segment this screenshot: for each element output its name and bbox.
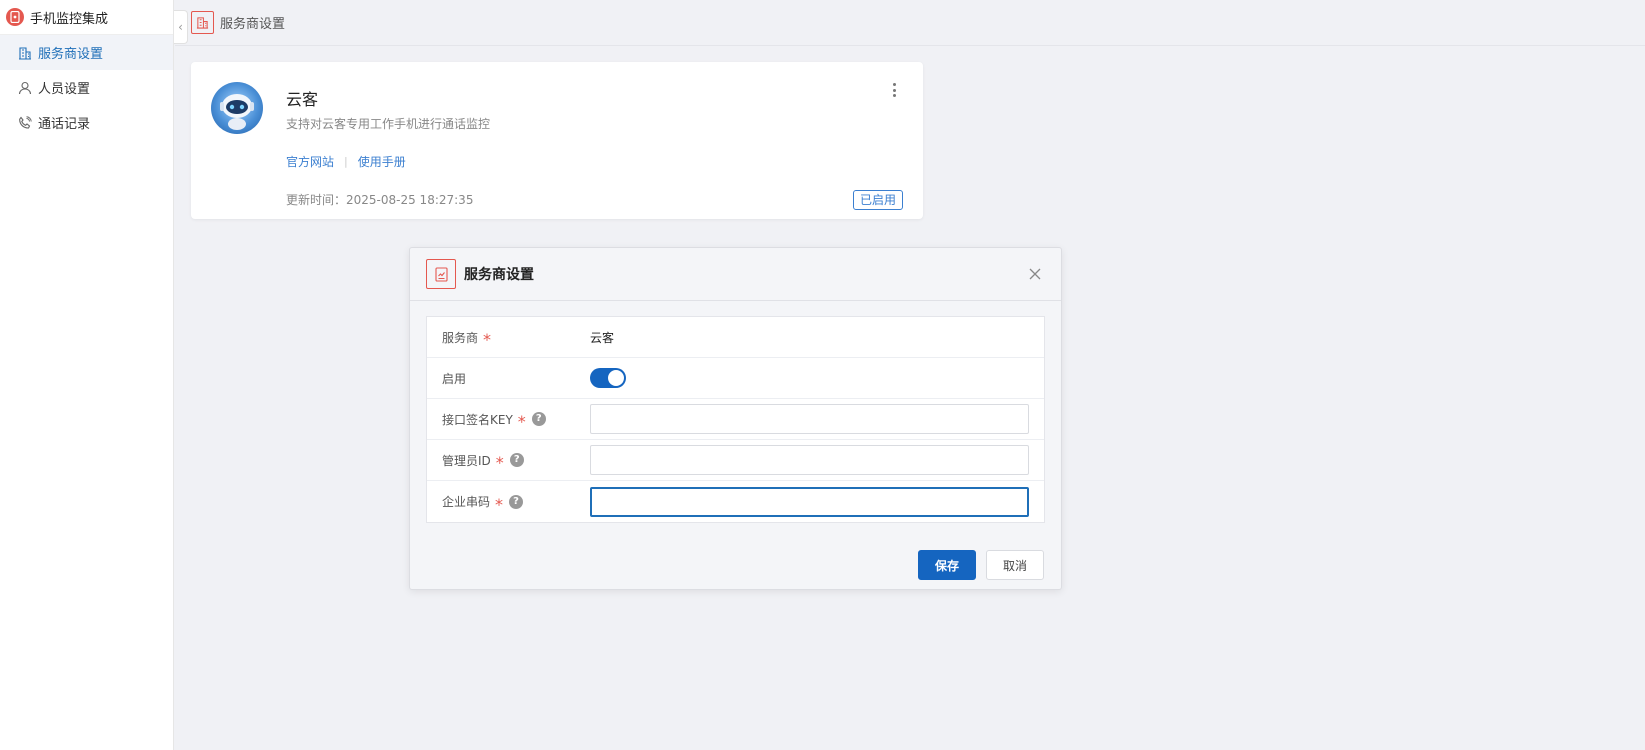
required-mark: *	[495, 453, 504, 472]
provider-avatar	[211, 82, 263, 134]
top-bar: 服务商设置	[175, 0, 1645, 46]
enabled-toggle[interactable]	[590, 368, 626, 388]
dialog-header: 服务商设置	[410, 248, 1061, 301]
provider-value: 云客	[590, 330, 615, 345]
settings-form: 服务商 * 云客 启用 接口签名KEY * ? 管理员ID * ? 企业串码 *…	[426, 316, 1045, 523]
provider-links: 官方网站 | 使用手册	[286, 153, 406, 170]
admin-id-input[interactable]	[590, 445, 1029, 475]
app-logo-icon	[6, 8, 24, 26]
sidebar-item-provider-settings[interactable]: 服务商设置	[0, 35, 173, 70]
status-badge: 已启用	[852, 190, 903, 210]
key-label: 接口签名KEY	[442, 412, 513, 427]
link-separator: |	[344, 155, 348, 168]
help-icon[interactable]: ?	[531, 412, 546, 426]
provider-card: 云客 支持对云客专用工作手机进行通话监控 官方网站 | 使用手册 更新时间：20…	[191, 62, 923, 219]
form-row-key: 接口签名KEY * ?	[427, 399, 1044, 440]
app-header: 手机监控集成	[0, 0, 173, 35]
page-title: 服务商设置	[220, 17, 286, 32]
help-icon[interactable]: ?	[509, 494, 524, 509]
sidebar-item-call-records[interactable]: 通话记录	[0, 105, 173, 140]
key-input[interactable]	[590, 404, 1029, 434]
form-row-provider: 服务商 * 云客	[427, 317, 1044, 358]
form-row-company-code: 企业串码 * ?	[427, 481, 1044, 522]
sidebar-item-label: 人员设置	[38, 82, 91, 97]
save-button[interactable]: 保存	[918, 550, 976, 580]
phone-icon	[18, 115, 32, 130]
dialog-title: 服务商设置	[464, 267, 534, 283]
admin-id-label: 管理员ID	[442, 453, 491, 468]
update-time: 更新时间：2025-08-25 18:27:35	[286, 193, 474, 207]
company-code-input[interactable]	[590, 486, 1029, 517]
close-icon[interactable]	[1027, 266, 1043, 282]
sidebar-item-staff-settings[interactable]: 人员设置	[0, 70, 173, 105]
required-mark: *	[483, 330, 492, 349]
settings-document-icon	[426, 259, 456, 289]
provider-name: 云客	[286, 90, 319, 109]
company-code-label: 企业串码	[442, 495, 491, 509]
provider-description: 支持对云客专用工作手机进行通话监控	[286, 117, 491, 131]
building-icon	[18, 46, 32, 60]
form-row-enabled: 启用	[427, 358, 1044, 399]
cancel-button[interactable]: 取消	[986, 550, 1044, 580]
official-website-link[interactable]: 官方网站	[286, 153, 334, 170]
user-manual-link[interactable]: 使用手册	[358, 153, 406, 170]
more-options-icon[interactable]	[887, 80, 901, 100]
user-icon	[18, 81, 32, 95]
building-icon	[191, 11, 214, 34]
sidebar-item-label: 通话记录	[38, 117, 91, 132]
required-mark: *	[517, 412, 526, 431]
sidebar-item-label: 服务商设置	[38, 47, 104, 62]
sidebar: 手机监控集成 服务商设置 人员设置 通话记录	[0, 0, 174, 750]
enabled-label: 启用	[442, 371, 467, 386]
help-icon[interactable]: ?	[509, 453, 524, 467]
form-row-admin-id: 管理员ID * ?	[427, 440, 1044, 481]
provider-settings-dialog: 服务商设置 服务商 * 云客 启用 接口签名KEY * ? 管理员ID * ? …	[409, 247, 1062, 590]
required-mark: *	[495, 494, 504, 514]
provider-label: 服务商	[442, 330, 479, 345]
app-title: 手机监控集成	[30, 11, 109, 27]
